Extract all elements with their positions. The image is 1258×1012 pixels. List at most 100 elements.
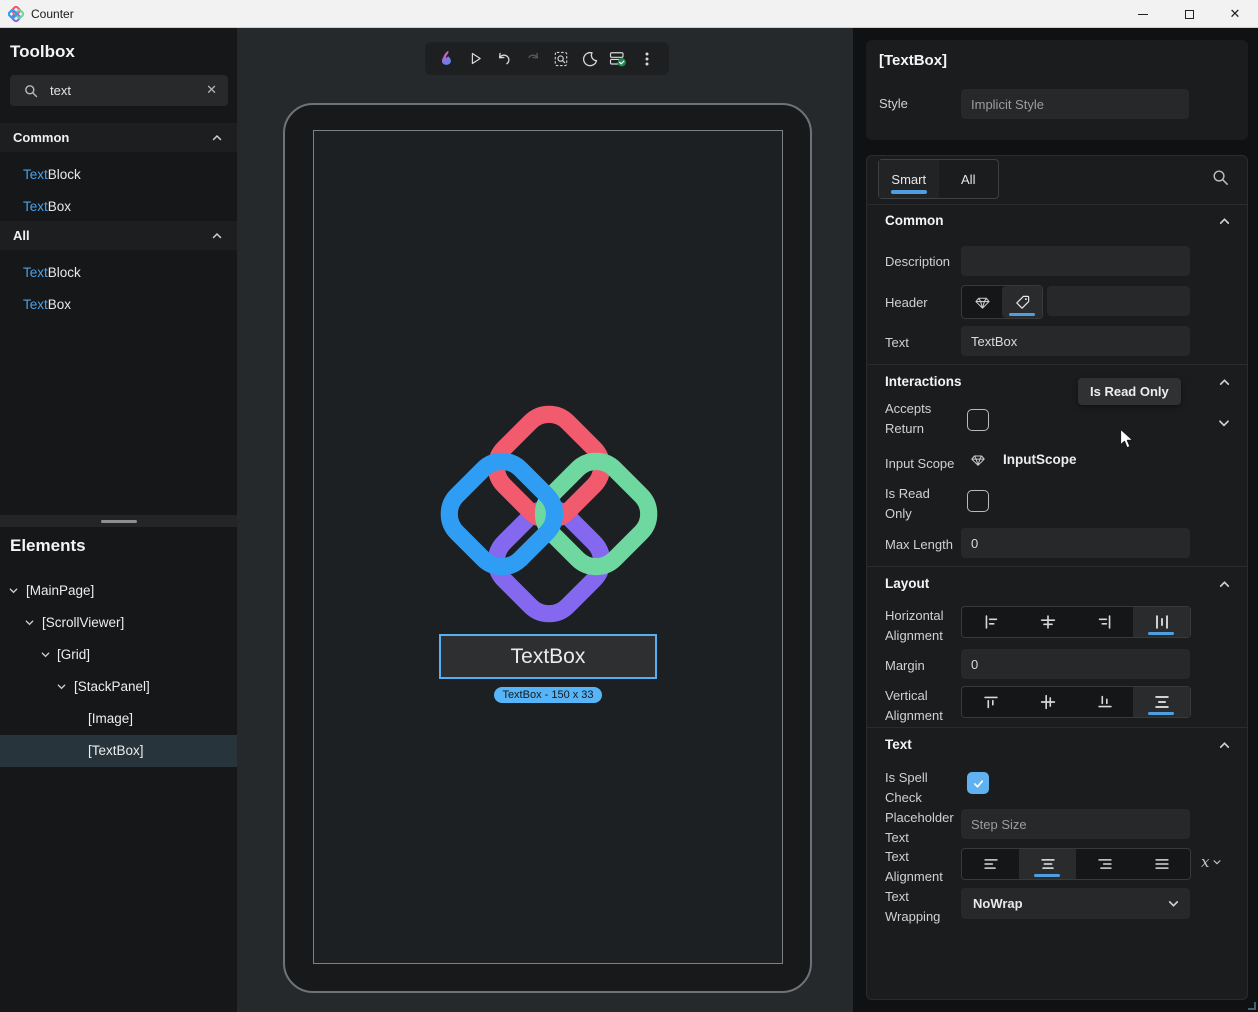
section-common-header[interactable]: Common <box>885 213 944 228</box>
text-align-right-button[interactable] <box>1076 849 1133 879</box>
tab-all[interactable]: All <box>939 160 999 198</box>
toolbox-item-textblock[interactable]: TextBlock <box>0 160 237 188</box>
description-input[interactable] <box>961 246 1190 276</box>
is-spell-check-checkbox[interactable] <box>967 772 989 794</box>
close-button[interactable]: ✕ <box>1212 0 1258 28</box>
devices-status-icon[interactable] <box>606 47 630 71</box>
align-right-icon <box>1095 612 1115 632</box>
text-wrapping-dropdown[interactable]: NoWrap <box>961 888 1190 919</box>
input-scope-value[interactable]: InputScope <box>1003 452 1077 467</box>
section-interactions-header[interactable]: Interactions <box>885 374 962 389</box>
hot-reload-flame-icon[interactable] <box>435 47 459 71</box>
section-text-header[interactable]: Text <box>885 737 912 752</box>
splitter-handle[interactable] <box>101 520 137 523</box>
panel-splitter[interactable] <box>0 515 237 527</box>
xaml-binding-dropdown[interactable]: x <box>1201 853 1222 871</box>
literal-tag-button[interactable] <box>1002 286 1042 318</box>
toolbox-item-textblock[interactable]: TextBlock <box>0 258 237 286</box>
binding-gem-button[interactable] <box>962 286 1002 318</box>
titlebar: Counter ✕ <box>0 0 1258 28</box>
device-screen[interactable]: TextBox TextBox - 150 x 33 <box>313 130 783 964</box>
chevron-up-icon <box>211 132 223 144</box>
tab-smart[interactable]: Smart <box>879 160 939 198</box>
align-bottom-icon <box>1095 692 1115 712</box>
tree-item-stackpanel[interactable]: [StackPanel] <box>0 671 237 703</box>
align-middle-icon <box>1038 692 1058 712</box>
chevron-up-icon[interactable] <box>1218 215 1231 228</box>
divider <box>867 727 1247 728</box>
divider <box>867 566 1247 567</box>
more-menu-icon[interactable] <box>635 47 659 71</box>
theme-moon-icon[interactable] <box>578 47 602 71</box>
element-inspector-icon[interactable] <box>549 47 573 71</box>
text-align-justify-button[interactable] <box>1133 849 1190 879</box>
align-stretch-icon <box>1152 612 1172 632</box>
tree-item-grid[interactable]: [Grid] <box>0 639 237 671</box>
halign-stretch-button[interactable] <box>1133 607 1190 637</box>
uno-logo-image[interactable] <box>438 403 660 625</box>
is-read-only-checkbox[interactable] <box>967 490 989 512</box>
play-icon[interactable] <box>464 47 488 71</box>
maximize-button[interactable] <box>1166 0 1212 28</box>
header-label: Header <box>885 293 928 313</box>
margin-input[interactable] <box>961 649 1190 679</box>
clear-search-icon[interactable]: ✕ <box>206 82 217 98</box>
halign-right-button[interactable] <box>1076 607 1133 637</box>
horizontal-alignment-toggle <box>961 606 1191 638</box>
chevron-up-icon[interactable] <box>1218 376 1231 389</box>
toolbox-item-textbox[interactable]: TextBox <box>0 192 237 220</box>
text-input[interactable] <box>961 326 1190 356</box>
undo-icon[interactable] <box>492 47 516 71</box>
valign-center-button[interactable] <box>1019 687 1076 717</box>
chevron-down-icon[interactable] <box>40 649 51 660</box>
tree-item-scrollviewer[interactable]: [ScrollViewer] <box>0 607 237 639</box>
app-logo-icon <box>8 6 24 22</box>
valign-top-button[interactable] <box>962 687 1019 717</box>
selected-textbox-element[interactable]: TextBox <box>439 634 657 679</box>
text-align-left-button[interactable] <box>962 849 1019 879</box>
search-icon <box>24 84 38 98</box>
halign-left-button[interactable] <box>962 607 1019 637</box>
align-center-icon <box>1038 612 1058 632</box>
toolbox-section-common[interactable]: Common <box>0 123 237 152</box>
chevron-down-icon[interactable] <box>56 681 67 692</box>
align-left-icon <box>981 612 1001 632</box>
chevron-up-icon[interactable] <box>1218 739 1231 752</box>
section-layout-header[interactable]: Layout <box>885 576 929 591</box>
divider <box>867 364 1247 365</box>
style-input[interactable] <box>961 89 1189 119</box>
valign-stretch-button[interactable] <box>1133 687 1190 717</box>
tree-item-textbox[interactable]: [TextBox] <box>0 735 237 767</box>
redo-icon[interactable] <box>521 47 545 71</box>
vertical-alignment-toggle <box>961 686 1191 718</box>
toolbox-item-textbox[interactable]: TextBox <box>0 290 237 318</box>
properties-search-icon[interactable] <box>1212 169 1229 186</box>
chevron-down-icon[interactable] <box>1217 416 1231 430</box>
chevron-down-icon[interactable] <box>24 617 35 628</box>
text-align-center-icon <box>1038 854 1058 874</box>
search-input[interactable] <box>50 83 200 98</box>
window-resize-grip[interactable] <box>1248 1002 1256 1010</box>
gem-icon[interactable] <box>970 452 986 468</box>
max-length-input[interactable] <box>961 528 1190 558</box>
chevron-up-icon[interactable] <box>1218 578 1231 591</box>
horizontal-alignment-label: Horizontal Alignment <box>885 606 963 646</box>
text-alignment-label: Text Alignment <box>885 847 963 887</box>
toolbox-search[interactable]: ✕ <box>10 75 228 106</box>
text-wrapping-label: Text Wrapping <box>885 887 963 927</box>
tree-item-mainpage[interactable]: [MainPage] <box>0 575 237 607</box>
header-input[interactable] <box>1047 286 1190 316</box>
toolbox-section-all[interactable]: All <box>0 221 237 250</box>
placeholder-text-input[interactable] <box>961 809 1190 839</box>
valign-bottom-button[interactable] <box>1076 687 1133 717</box>
tree-item-image[interactable]: [Image] <box>0 703 237 735</box>
inspector-title: [TextBox] <box>879 52 947 69</box>
halign-center-button[interactable] <box>1019 607 1076 637</box>
text-align-center-button[interactable] <box>1019 849 1076 879</box>
divider <box>867 204 1247 205</box>
chevron-down-icon[interactable] <box>8 585 19 596</box>
placeholder-text-label: Placeholder Text <box>885 808 967 848</box>
minimize-button[interactable] <box>1120 0 1166 28</box>
accepts-return-checkbox[interactable] <box>967 409 989 431</box>
design-canvas[interactable]: TextBox TextBox - 150 x 33 <box>237 28 853 1012</box>
